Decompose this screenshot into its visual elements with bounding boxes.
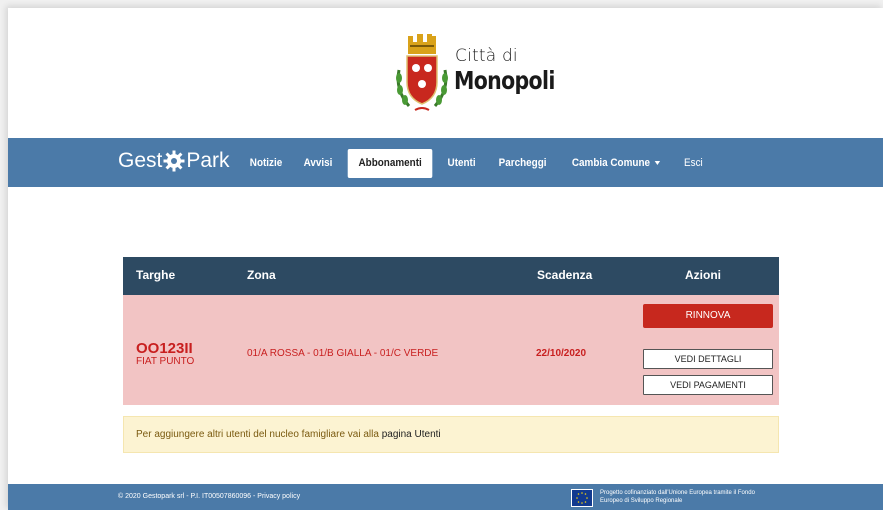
page: Città di Monopoli Gest Park Notizie Avvi… [8,8,883,510]
renew-button[interactable]: RINNOVA [643,304,773,328]
nav-item-utenti[interactable]: Utenti [440,149,484,178]
city-name: Monopoli [454,66,555,95]
table-header: Targhe Zona Scadenza Azioni [123,257,779,295]
notice-text-wrap: Per aggiungere altri utenti del nucleo f… [136,429,441,440]
header-scadenza: Scadenza [537,268,593,282]
footer-eu-note: Progetto cofinanziato dall'Unione Europe… [600,489,820,505]
nav-item-cambia-comune[interactable]: Cambia Comune [564,149,668,178]
zone-value: 01/A ROSSA - 01/B GIALLA - 01/C VERDE [247,348,439,359]
utenti-page-link[interactable]: pagina Utenti [382,429,441,440]
main-nav: Notizie Avvisi Abbonamenti Utenti Parche… [239,149,712,178]
expiry-date: 22/10/2020 [536,348,587,359]
nav-item-abbonamenti[interactable]: Abbonamenti [347,149,433,178]
info-notice: Per aggiungere altri utenti del nucleo f… [123,416,779,453]
brand-right: Park [186,149,230,172]
footer-eu-line1: Progetto cofinanziato dall'Unione Europe… [600,490,755,496]
footer-copyright: © 2020 Gestopark srl - P.I. IT0050786009… [118,493,301,500]
logo-area: Città di Monopoli [8,8,883,138]
nav-item-cambia-comune-label: Cambia Comune [571,157,650,169]
navbar: Gest Park Notizie Avvisi Abbonamenti Ute… [8,138,883,187]
gear-icon [163,150,185,172]
nav-item-avvisi[interactable]: Avvisi [296,149,341,178]
header-targhe: Targhe [136,268,176,282]
nav-item-parcheggi[interactable]: Parcheggi [490,149,554,178]
header-zona: Zona [247,268,276,282]
view-details-button[interactable]: VEDI DETTAGLI [643,349,773,369]
city-crest-logo [396,34,448,111]
brand-left: Gest [118,149,163,172]
nav-item-esci[interactable]: Esci [675,149,710,178]
header-azioni: Azioni [685,268,721,282]
plate-number: OO123II [136,340,193,357]
car-model: FIAT PUNTO [136,356,195,367]
notice-text: Per aggiungere altri utenti del nucleo f… [136,429,382,440]
city-prefix: Città di [455,46,518,66]
footer-eu-line2: Europeo di Sviluppo Regionale [600,498,683,504]
nav-item-notizie[interactable]: Notizie [242,149,291,178]
view-payments-button[interactable]: VEDI PAGAMENTI [643,375,773,395]
brand-logo[interactable]: Gest Park [118,149,230,173]
subscriptions-table: Targhe Zona Scadenza Azioni OO123II FIAT… [123,257,779,405]
caret-down-icon [654,161,660,166]
eu-flag-icon [571,489,593,507]
footer: © 2020 Gestopark srl - P.I. IT0050786009… [8,484,883,510]
table-row: OO123II FIAT PUNTO 01/A ROSSA - 01/B GIA… [123,295,779,405]
